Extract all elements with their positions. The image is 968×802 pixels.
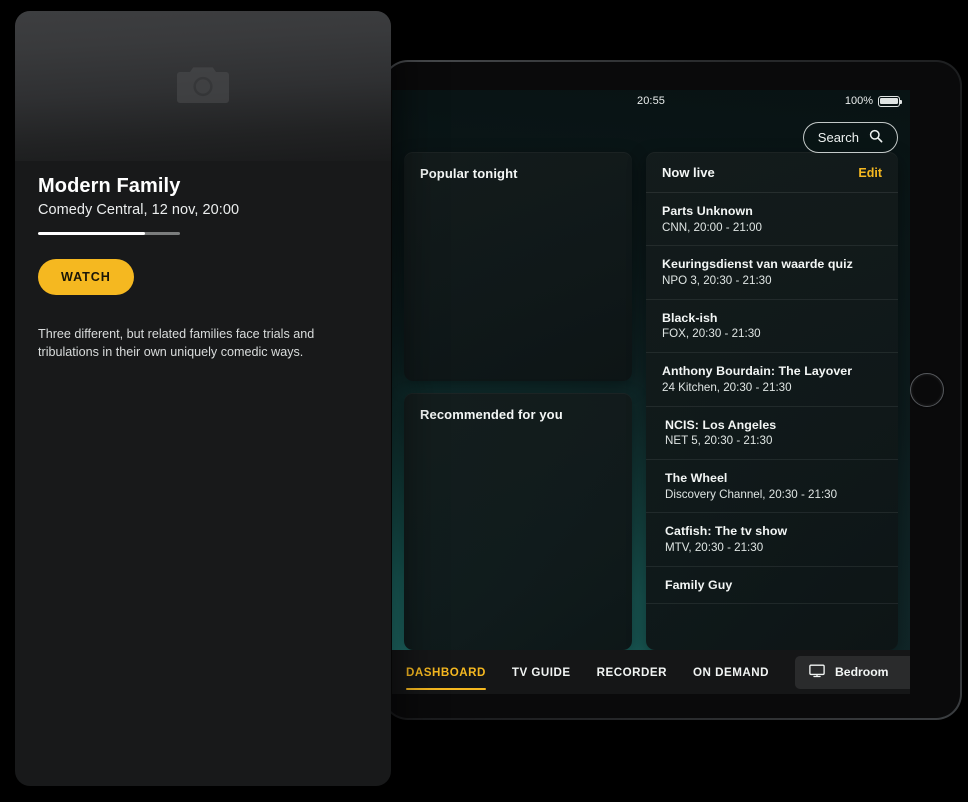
tablet-bezel: 20:55 100% Search Popular tonight Recomm… <box>384 62 960 718</box>
tablet-device: 20:55 100% Search Popular tonight Recomm… <box>382 60 962 720</box>
list-item-title: The Wheel <box>665 471 728 486</box>
program-hero-image <box>15 11 391 161</box>
list-item-meta: FOX, 20:30 - 21:30 <box>662 327 761 341</box>
popular-tonight-title: Popular tonight <box>420 166 518 181</box>
battery-percent-label: 100% <box>844 95 873 107</box>
tab-dashboard[interactable]: DASHBOARD <box>406 653 486 692</box>
list-item-title: Black-ish <box>662 310 718 325</box>
list-item[interactable]: Anthony Bourdain: The Layover 24 Kitchen,… <box>646 353 898 407</box>
status-bar-right: 100% <box>844 95 902 107</box>
list-item[interactable]: Black-ish FOX, 20:30 - 21:30 <box>646 300 898 354</box>
now-live-header: Now live Edit <box>646 152 898 193</box>
now-live-title: Now live <box>662 165 715 180</box>
screenshot-root: 20:55 100% Search Popular tonight Recomm… <box>0 0 968 802</box>
now-live-edit-button[interactable]: Edit <box>858 166 882 180</box>
recommended-for-you-panel[interactable]: Recommended for you <box>404 393 632 650</box>
program-description: Three different, but related families fa… <box>38 327 315 360</box>
device-selector-button[interactable]: Bedroom <box>794 655 910 689</box>
now-live-list[interactable]: Parts Unknown CNN, 20:00 - 21:00 Keuringsd… <box>646 193 898 650</box>
list-item-title: Catfish: The tv show <box>665 524 788 539</box>
list-item-title: Keuringsdienst van waarde quiz <box>662 257 853 272</box>
camera-icon <box>177 62 229 111</box>
list-item[interactable]: Family Guy <box>646 567 898 605</box>
list-item-title: NCIS: Los Angeles <box>665 417 777 432</box>
program-progress-fill <box>38 232 145 235</box>
status-bar: 20:55 100% <box>392 90 910 112</box>
program-detail-card: Modern Family Comedy Central, 12 nov, 20… <box>15 11 391 786</box>
tv-monitor-icon <box>809 664 825 681</box>
tablet-screen: 20:55 100% Search Popular tonight Recomm… <box>392 90 910 694</box>
list-item-meta: MTV, 20:30 - 21:30 <box>665 540 764 554</box>
program-progress-bar <box>38 232 180 235</box>
search-button[interactable]: Search <box>802 122 898 153</box>
home-button[interactable] <box>910 373 944 407</box>
battery-icon <box>878 95 902 107</box>
search-label: Search <box>817 130 859 145</box>
now-live-panel: Now live Edit Parts Unknown CNN, 20:00 - … <box>646 152 898 650</box>
right-column: Now live Edit Parts Unknown CNN, 20:00 - … <box>646 152 898 650</box>
list-item-meta: NET 5, 20:30 - 21:30 <box>665 434 773 448</box>
list-item-meta: CNN, 20:00 - 21:00 <box>662 220 762 234</box>
list-item[interactable]: Parts Unknown CNN, 20:00 - 21:00 <box>646 193 898 247</box>
list-item[interactable]: Keuringsdienst van waarde quiz NPO 3, 20:… <box>646 246 898 300</box>
device-selector-label: Bedroom <box>834 665 889 679</box>
bottom-navigation: DASHBOARD TV GUIDE RECORDER ON DEMAND Be <box>392 650 910 694</box>
list-item-meta: Discovery Channel, 20:30 - 21:30 <box>665 487 838 501</box>
popular-tonight-panel[interactable]: Popular tonight <box>404 152 632 381</box>
list-item[interactable]: NCIS: Los Angeles NET 5, 20:30 - 21:30 <box>646 407 898 461</box>
list-item-title: Family Guy <box>665 577 733 592</box>
recommended-for-you-title: Recommended for you <box>420 407 563 422</box>
program-detail-content: Modern Family Comedy Central, 12 nov, 20… <box>15 161 391 362</box>
tab-tv-guide[interactable]: TV GUIDE <box>512 653 571 692</box>
program-channel-time: Comedy Central, 12 nov, 20:00 <box>38 202 240 218</box>
search-icon <box>869 129 883 146</box>
app-content: Popular tonight Recommended for you Now … <box>392 152 910 650</box>
list-item-title: Parts Unknown <box>662 204 753 218</box>
watch-button[interactable]: WATCH <box>38 259 134 295</box>
tab-on-demand[interactable]: ON DEMAND <box>693 653 769 692</box>
list-item-meta: NPO 3, 20:30 - 21:30 <box>662 273 772 287</box>
status-bar-time: 20:55 <box>636 95 666 107</box>
page-title: Modern Family <box>38 175 181 197</box>
list-item[interactable]: The Wheel Discovery Channel, 20:30 - 21:3… <box>646 460 898 514</box>
list-item[interactable]: Catfish: The tv show MTV, 20:30 - 21:30 <box>646 513 898 567</box>
tab-recorder[interactable]: RECORDER <box>597 653 667 692</box>
list-item-title: Anthony Bourdain: The Layover <box>662 364 853 379</box>
list-item-meta: 24 Kitchen, 20:30 - 21:30 <box>662 380 792 394</box>
left-column: Popular tonight Recommended for you <box>404 152 632 650</box>
